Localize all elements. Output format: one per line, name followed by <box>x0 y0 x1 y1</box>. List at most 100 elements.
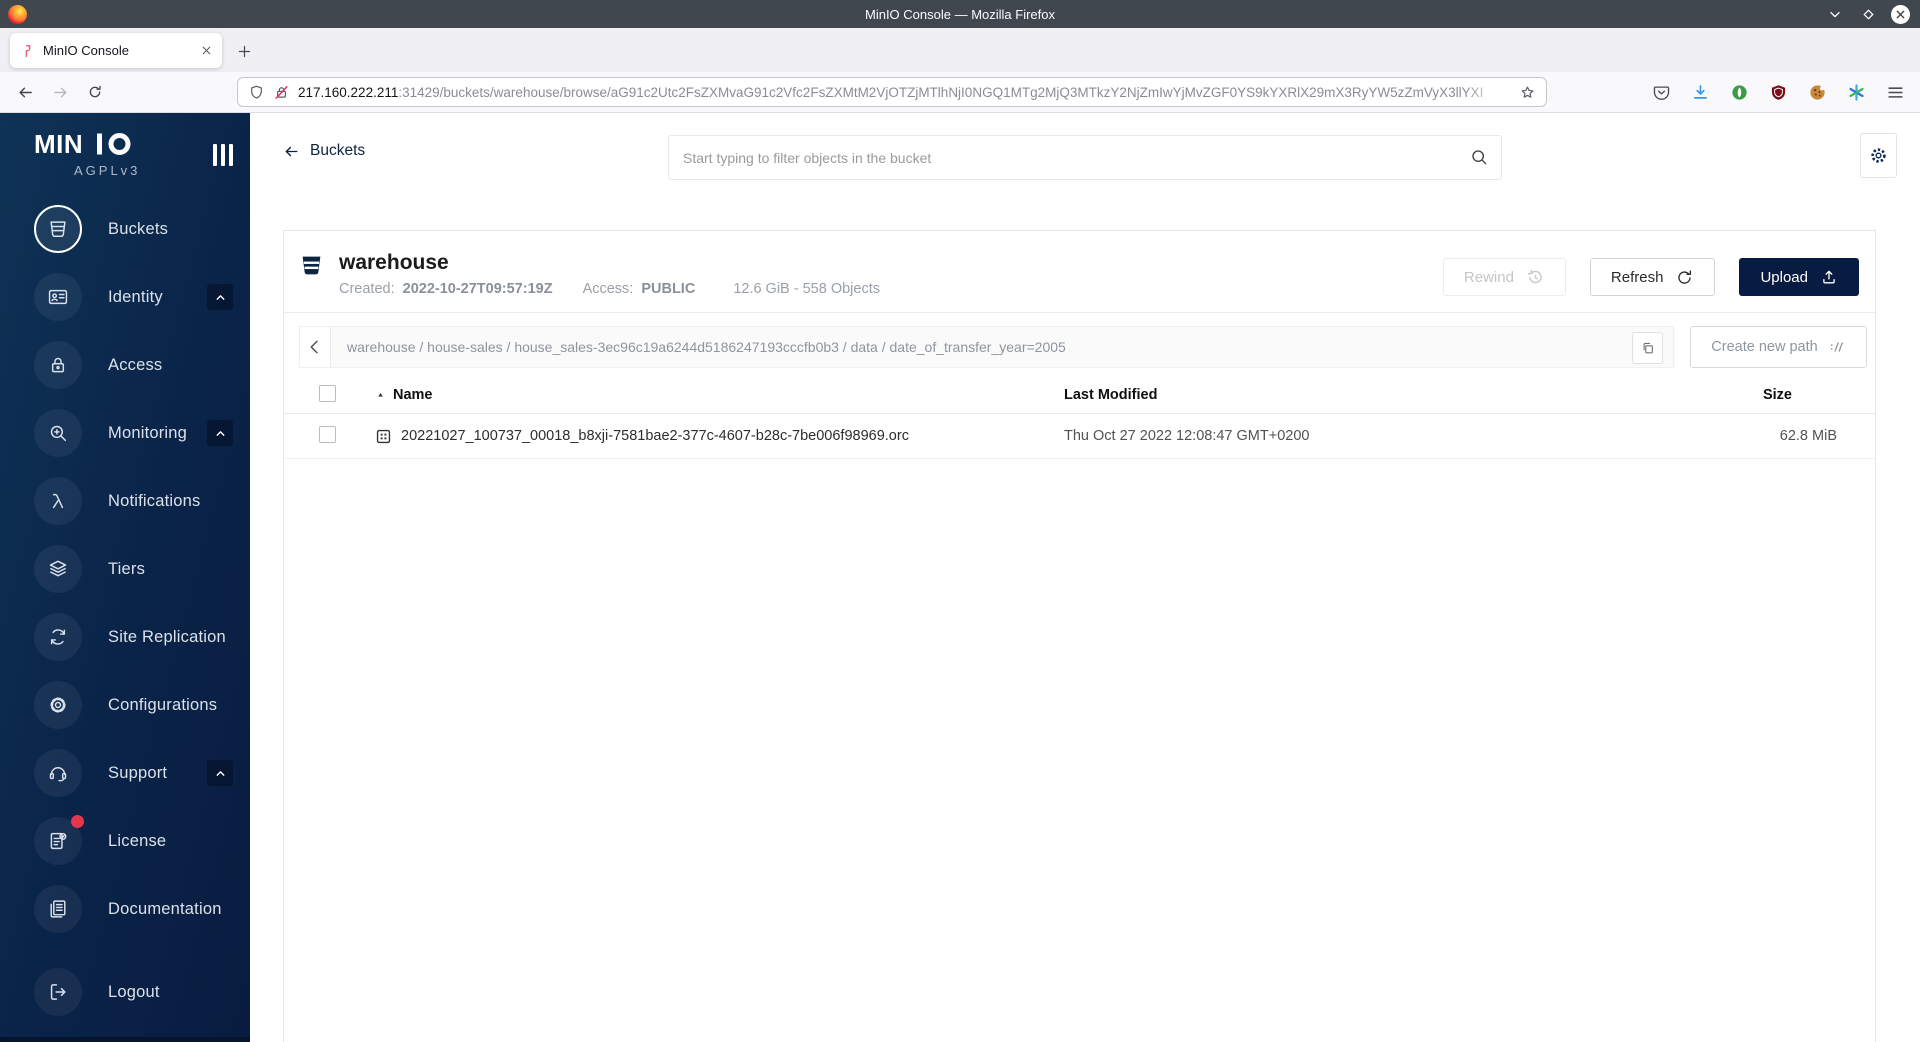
sidebar-item-tiers[interactable]: Tiers <box>0 535 250 603</box>
gear-icon <box>34 681 82 729</box>
bookmark-star-icon[interactable] <box>1519 84 1536 101</box>
sidebar-menu: Buckets Identity Access Monitoring Notif… <box>0 195 250 1026</box>
sidebar-item-buckets[interactable]: Buckets <box>0 195 250 263</box>
firefox-logo-icon <box>8 4 27 24</box>
path-back-button[interactable] <box>300 327 331 367</box>
chevron-up-icon[interactable] <box>207 420 233 446</box>
object-last-modified: Thu Oct 27 2022 12:08:47 GMT+0200 <box>1064 428 1310 444</box>
refresh-button[interactable]: Refresh <box>1589 258 1716 296</box>
back-button[interactable] <box>10 77 40 107</box>
back-link-label: Buckets <box>310 142 366 159</box>
objects-table-body: 20221027_100737_00018_b8xji-7581bae2-377… <box>284 414 1875 459</box>
new-tab-button[interactable] <box>232 39 256 63</box>
tab-favicon-flamingo-icon <box>19 43 35 59</box>
bucket-header: warehouse Created: 2022-10-27T09:57:19Z … <box>284 231 1875 313</box>
window-minimize-button[interactable] <box>1825 4 1845 24</box>
browser-tab[interactable]: MinIO Console <box>10 33 222 68</box>
window-maximize-button[interactable] <box>1858 4 1878 24</box>
sidebar-bottom-strip <box>0 1037 250 1042</box>
rewind-icon <box>1526 268 1545 287</box>
logout-icon <box>34 968 82 1016</box>
upload-icon <box>1820 268 1838 286</box>
browser-navbar: 217.160.222.211:31429/buckets/warehouse/… <box>0 72 1920 113</box>
objects-table: Name Last Modified Size 20221027_100737_… <box>284 377 1875 459</box>
back-to-buckets-link[interactable]: Buckets <box>283 142 365 160</box>
svg-text:MIN: MIN <box>34 131 83 159</box>
objects-table-header: Name Last Modified Size <box>284 377 1875 414</box>
sidebar-item-license[interactable]: License <box>0 807 250 875</box>
sidebar-item-logout[interactable]: Logout <box>0 958 250 1026</box>
chevron-up-icon[interactable] <box>207 760 233 786</box>
sort-ascending-icon <box>375 390 386 401</box>
sidebar: MIN AGPLv3 Buckets Identity Access Monit… <box>0 113 250 1042</box>
create-path-icon <box>1828 338 1846 356</box>
tab-close-icon[interactable] <box>200 44 213 57</box>
asterisk-extension-icon[interactable] <box>1846 82 1866 102</box>
copy-path-button[interactable] <box>1632 332 1663 364</box>
sidebar-item-identity[interactable]: Identity <box>0 263 250 331</box>
forward-button[interactable] <box>45 77 75 107</box>
lock-icon <box>34 341 82 389</box>
sidebar-item-configurations[interactable]: Configurations <box>0 671 250 739</box>
sidebar-collapse-icon[interactable] <box>213 144 233 166</box>
sidebar-item-site-replication[interactable]: Site Replication <box>0 603 250 671</box>
minio-console: MIN AGPLv3 Buckets Identity Access Monit… <box>0 113 1920 1042</box>
create-new-path-button[interactable]: Create new path <box>1690 326 1867 368</box>
identity-icon <box>34 273 82 321</box>
sidebar-item-access[interactable]: Access <box>0 331 250 399</box>
ublock-origin-icon[interactable] <box>1768 82 1788 102</box>
monitoring-icon <box>34 409 82 457</box>
upload-button[interactable]: Upload <box>1739 258 1859 296</box>
chevron-up-icon[interactable] <box>207 284 233 310</box>
created-value: 2022-10-27T09:57:19Z <box>402 281 553 298</box>
object-size: 62.8 MiB <box>1779 428 1837 444</box>
docs-icon <box>34 885 82 933</box>
column-header-size[interactable]: Size <box>1657 387 1837 403</box>
tracking-shield-icon[interactable] <box>248 84 265 101</box>
menu-hamburger-icon[interactable] <box>1885 82 1905 102</box>
insecure-lock-icon[interactable] <box>273 84 290 101</box>
main-content: Buckets warehouse Created: 2022-10-27T09… <box>250 113 1920 1042</box>
search-icon <box>1469 147 1489 167</box>
access-label: Access: <box>582 281 634 298</box>
created-label: Created: <box>339 281 395 298</box>
sidebar-item-monitoring[interactable]: Monitoring <box>0 399 250 467</box>
lambda-icon <box>34 477 82 525</box>
search-input[interactable] <box>668 135 1502 180</box>
object-name: 20221027_100737_00018_b8xji-7581bae2-377… <box>401 428 909 444</box>
browser-tabbar: MinIO Console <box>0 28 1920 72</box>
sidebar-item-notifications[interactable]: Notifications <box>0 467 250 535</box>
row-checkbox[interactable] <box>319 425 336 443</box>
window-close-button[interactable] <box>1891 4 1910 24</box>
settings-button[interactable] <box>1860 133 1897 178</box>
tiers-icon <box>34 545 82 593</box>
rewind-button[interactable]: Rewind <box>1442 258 1566 296</box>
sidebar-item-support[interactable]: Support <box>0 739 250 807</box>
sidebar-item-documentation[interactable]: Documentation <box>0 875 250 943</box>
access-value: PUBLIC <box>641 281 696 298</box>
back-arrow-icon <box>283 143 300 160</box>
breadcrumb[interactable]: warehouse / house-sales / house_sales-3e… <box>347 339 1066 355</box>
url-bar[interactable]: 217.160.222.211:31429/buckets/warehouse/… <box>237 77 1547 107</box>
bucket-icon <box>34 205 82 253</box>
cookie-extension-icon[interactable] <box>1807 82 1827 102</box>
page-header: Buckets <box>250 113 1920 196</box>
reload-button[interactable] <box>80 77 110 107</box>
tab-title: MinIO Console <box>43 43 129 58</box>
column-header-name[interactable]: Name <box>375 387 1064 403</box>
table-row[interactable]: 20221027_100737_00018_b8xji-7581bae2-377… <box>284 414 1875 459</box>
window-titlebar: MinIO Console — Mozilla Firefox <box>0 0 1920 28</box>
bucket-usage: 12.6 GiB - 558 Objects <box>733 281 880 298</box>
replication-icon <box>34 613 82 661</box>
select-all-checkbox[interactable] <box>319 384 336 402</box>
browse-toolbar: warehouse / house-sales / house_sales-3e… <box>299 326 1867 368</box>
green-extension-icon[interactable] <box>1729 82 1749 102</box>
column-header-modified[interactable]: Last Modified <box>1064 387 1657 403</box>
license-badge <box>71 815 84 828</box>
url-text: 217.160.222.211:31429/buckets/warehouse/… <box>298 84 1511 100</box>
bucket-icon <box>299 253 324 278</box>
pocket-icon[interactable] <box>1651 82 1671 102</box>
downloads-icon[interactable] <box>1690 82 1710 102</box>
object-file-icon <box>375 428 392 445</box>
bucket-name: warehouse <box>339 251 449 274</box>
